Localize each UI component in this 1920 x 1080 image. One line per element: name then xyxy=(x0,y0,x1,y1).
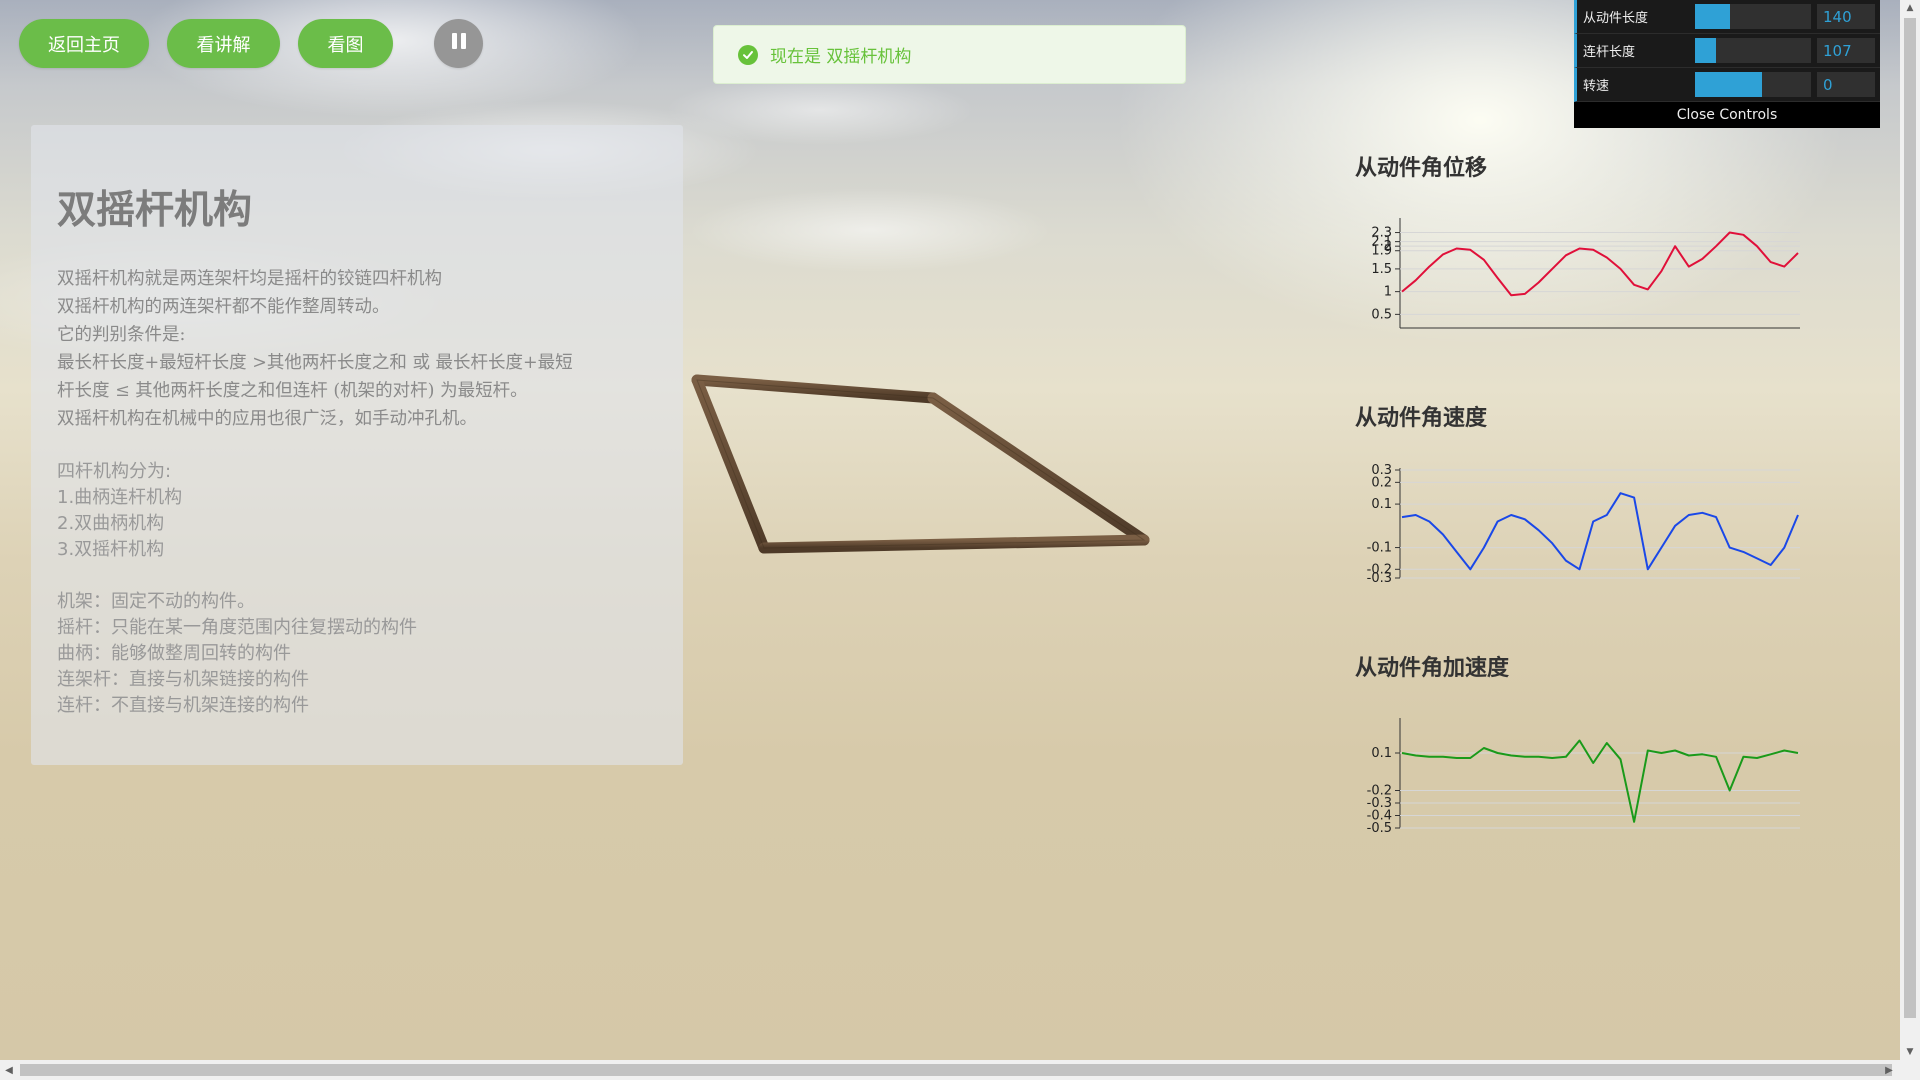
pause-icon xyxy=(450,33,468,54)
control-row-coupler-length[interactable]: 连杆长度 107 xyxy=(1574,34,1880,68)
acceleration-chart: 0.1-0.2-0.3-0.4-0.5 xyxy=(1367,718,1800,835)
check-circle-icon xyxy=(738,44,758,65)
close-controls-button[interactable]: Close Controls xyxy=(1574,102,1880,128)
chart-title-acceleration: 从动件角加速度 xyxy=(1355,656,1510,681)
description-line: 最长杆长度+最短杆长度 >其他两杆长度之和 或 最长杆长度+最短 xyxy=(57,353,573,373)
term-item: 机架：固定不动的构件。 xyxy=(57,591,255,612)
control-row-speed[interactable]: 转速 0 xyxy=(1574,68,1880,102)
y-tick-label: -0.3 xyxy=(1367,571,1392,585)
description-line: 双摇杆机构就是两连架杆均是摇杆的铰链四杆机构 xyxy=(57,269,442,289)
vertical-scrollbar[interactable]: ▲ ▼ xyxy=(1900,0,1920,1060)
slider-fill xyxy=(1695,72,1763,97)
home-button[interactable]: 返回主页 xyxy=(19,19,149,68)
type-item: 3.双摇杆机构 xyxy=(57,539,165,560)
lecture-button[interactable]: 看讲解 xyxy=(167,19,280,68)
types-heading: 四杆机构分为: xyxy=(57,461,172,482)
description-line: 它的判别条件是: xyxy=(57,325,186,345)
horizontal-scrollbar[interactable]: ◀ ▶ xyxy=(0,1060,1920,1080)
type-item: 1.曲柄连杆机构 xyxy=(57,487,183,508)
displacement-chart: 2.32.11.91.5210.5 xyxy=(1371,218,1800,329)
y-tick-label: 0.1 xyxy=(1371,497,1392,512)
info-panel: 双摇杆机构 双摇杆机构就是两连架杆均是摇杆的铰链四杆机构 双摇杆机构的两连架杆都… xyxy=(31,125,683,765)
chart-title-displacement: 从动件角位移 xyxy=(1355,156,1488,181)
y-tick-label: 0.1 xyxy=(1371,746,1392,761)
y-tick-label: 0.2 xyxy=(1371,475,1392,490)
view-image-button[interactable]: 看图 xyxy=(298,19,393,68)
follower-length-input[interactable]: 140 xyxy=(1817,4,1875,29)
controls-panel: 从动件长度 140 连杆长度 107 转速 0 Close Controls xyxy=(1574,0,1880,128)
control-label: 从动件长度 xyxy=(1583,11,1649,26)
scroll-left-arrow-icon[interactable]: ◀ xyxy=(0,1060,18,1080)
y-tick-label: 0.5 xyxy=(1371,307,1392,322)
type-item: 2.双曲柄机构 xyxy=(57,513,165,534)
control-label: 转速 xyxy=(1583,79,1610,94)
term-item: 摇杆：只能在某一角度范围内往复摆动的构件 xyxy=(57,617,417,638)
linkage-bars xyxy=(691,374,1150,554)
mechanism-description: 双摇杆机构就是两连架杆均是摇杆的铰链四杆机构 双摇杆机构的两连架杆都不能作整周转… xyxy=(57,265,657,433)
four-bar-linkage xyxy=(691,374,1150,554)
chart-title-velocity: 从动件角速度 xyxy=(1355,406,1488,431)
speed-slider[interactable] xyxy=(1695,72,1811,97)
term-definitions: 机架：固定不动的构件。 摇杆：只能在某一角度范围内往复摆动的构件 曲柄：能够做整… xyxy=(57,589,657,719)
horizontal-scroll-thumb[interactable] xyxy=(20,1064,1892,1076)
description-line: 双摇杆机构在机械中的应用也很广泛，如手动冲孔机。 xyxy=(57,409,477,429)
slider-fill xyxy=(1695,38,1716,63)
description-line: 双摇杆机构的两连架杆都不能作整周转动。 xyxy=(57,297,390,317)
series-line xyxy=(1401,492,1799,571)
y-tick-label: 1 xyxy=(1384,285,1392,300)
coupler-length-slider[interactable] xyxy=(1695,38,1811,63)
term-item: 曲柄：能够做整周回转的构件 xyxy=(57,643,291,664)
y-tick-label: -0.5 xyxy=(1367,821,1392,835)
y-tick-label: -0.1 xyxy=(1367,541,1392,556)
control-label: 连杆长度 xyxy=(1583,45,1636,60)
follower-length-slider[interactable] xyxy=(1695,4,1811,29)
y-tick-label: 2 xyxy=(1384,239,1392,254)
mechanism-title: 双摇杆机构 xyxy=(57,188,253,233)
description-line: 杆长度 ≤ 其他两杆长度之和但连杆 (机架的对杆) 为最短杆。 xyxy=(57,381,528,401)
notification-text: 现在是 双摇杆机构 xyxy=(770,47,912,67)
pause-button[interactable] xyxy=(434,19,483,68)
mechanism-types: 四杆机构分为: 1.曲柄连杆机构 2.双曲柄机构 3.双摇杆机构 xyxy=(57,459,657,563)
vertical-scroll-thumb[interactable] xyxy=(1904,18,1916,1018)
speed-input[interactable]: 0 xyxy=(1817,72,1875,97)
slider-fill xyxy=(1695,4,1730,29)
velocity-chart: 0.30.20.1-0.1-0.2-0.3 xyxy=(1367,463,1800,585)
term-item: 连杆：不直接与机架连接的构件 xyxy=(57,695,309,716)
scroll-up-arrow-icon[interactable]: ▲ xyxy=(1900,0,1920,16)
control-row-follower-length[interactable]: 从动件长度 140 xyxy=(1574,0,1880,34)
scroll-down-arrow-icon[interactable]: ▼ xyxy=(1900,1044,1920,1060)
coupler-length-input[interactable]: 107 xyxy=(1817,38,1875,63)
mode-notification: 现在是 双摇杆机构 xyxy=(713,25,1186,84)
scroll-right-arrow-icon[interactable]: ▶ xyxy=(1880,1060,1898,1080)
term-item: 连架杆：直接与机架链接的构件 xyxy=(57,669,309,690)
y-tick-label: 1.5 xyxy=(1371,262,1392,277)
